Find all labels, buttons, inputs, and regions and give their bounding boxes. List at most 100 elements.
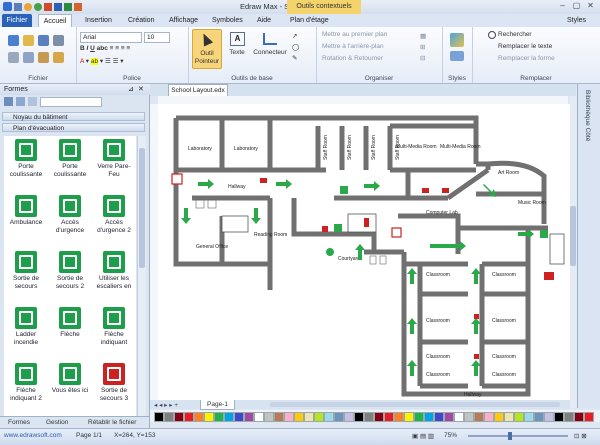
tab-affichage[interactable]: Affichage — [164, 14, 203, 27]
new-icon[interactable] — [8, 35, 19, 46]
font-color-buttons[interactable]: A ▾ ab ▾ ☰ ☰ ▾ — [80, 57, 124, 65]
tab-insertion[interactable]: Insertion — [80, 14, 117, 27]
font-size-select[interactable]: 10 — [144, 32, 170, 43]
palette-swatch[interactable] — [514, 412, 524, 422]
palette-swatch[interactable] — [574, 412, 584, 422]
bring-to-front-button[interactable]: Mettre au premier plan — [322, 31, 387, 38]
rotate-flip-button[interactable]: Rotation & Retourner — [322, 55, 383, 62]
connector-tool-button[interactable]: Connecteur — [252, 29, 288, 67]
palette-swatch[interactable] — [484, 412, 494, 422]
styles-menu[interactable]: Styles — [562, 14, 591, 27]
minimize-button[interactable]: – — [556, 1, 569, 11]
shape-item[interactable]: Accès d'urgence — [48, 192, 92, 248]
palette-swatch[interactable] — [294, 412, 304, 422]
shape-item[interactable]: Porte coulissante — [48, 136, 92, 192]
palette-swatch[interactable] — [244, 412, 254, 422]
palette-swatch[interactable] — [584, 412, 594, 422]
palette-swatch[interactable] — [264, 412, 274, 422]
paste-icon[interactable] — [38, 52, 49, 63]
tab-retablir-fichier[interactable]: Rétablir le fichier — [88, 419, 136, 426]
page-tab-1[interactable]: Page-1 — [200, 400, 235, 410]
palette-swatch[interactable] — [404, 412, 414, 422]
close-button[interactable]: ✕ — [584, 1, 597, 11]
replace-shape-button[interactable]: Remplacer la forme — [498, 55, 555, 62]
palette-swatch[interactable] — [344, 412, 354, 422]
palette-swatch[interactable] — [334, 412, 344, 422]
palette-swatch[interactable] — [544, 412, 554, 422]
palette-swatch[interactable] — [554, 412, 564, 422]
shapes-search-field[interactable] — [40, 97, 102, 107]
shape-item[interactable]: Utiliser les escaliers en — [92, 248, 136, 304]
palette-swatch[interactable] — [174, 412, 184, 422]
palette-swatch[interactable] — [524, 412, 534, 422]
tab-aide[interactable]: Aide — [252, 14, 276, 27]
styles-icon[interactable] — [450, 33, 464, 47]
palette-swatch[interactable] — [504, 412, 514, 422]
palette-swatch[interactable] — [154, 412, 164, 422]
open-icon[interactable] — [23, 35, 34, 46]
horizontal-scrollbar[interactable] — [270, 402, 560, 407]
shape-item[interactable]: Sortie de secours 2 — [48, 248, 92, 304]
palette-swatch[interactable] — [474, 412, 484, 422]
drawing-canvas[interactable]: Laboratory Laboratory Staff Room Staff R… — [158, 104, 570, 400]
pointer-tool-button[interactable]: Outil Pointeur — [192, 29, 222, 69]
zoom-slider-thumb[interactable] — [508, 432, 512, 440]
library-noyau-batiment[interactable]: Noyau du bâtiment — [2, 112, 145, 121]
palette-swatch[interactable] — [434, 412, 444, 422]
export-excel-icon[interactable] — [64, 3, 72, 11]
palette-swatch[interactable] — [534, 412, 544, 422]
shape-item[interactable]: Flèche indiquant — [92, 304, 136, 360]
shape-item[interactable]: Accès d'urgence 2 — [92, 192, 136, 248]
tab-accueil[interactable]: Accueil — [38, 14, 72, 28]
palette-swatch[interactable] — [314, 412, 324, 422]
canvas-vertical-scrollbar[interactable] — [570, 96, 576, 408]
shape-item[interactable]: Flèche — [48, 304, 92, 360]
shape-item[interactable]: Sortie de secours 3 — [92, 360, 136, 416]
palette-swatch[interactable] — [424, 412, 434, 422]
palette-swatch[interactable] — [324, 412, 334, 422]
shape-item[interactable]: Flèche indiquant 2 — [4, 360, 48, 416]
export-pdf-icon[interactable] — [44, 3, 52, 11]
tab-symboles[interactable]: Symboles — [207, 14, 248, 27]
palette-swatch[interactable] — [214, 412, 224, 422]
undo-icon[interactable] — [24, 3, 32, 11]
cut-icon[interactable] — [8, 52, 19, 63]
redo-icon[interactable] — [34, 3, 42, 11]
palette-swatch[interactable] — [204, 412, 214, 422]
export-ppt-icon[interactable] — [74, 3, 82, 11]
fit-page-icon[interactable]: ⊡ ⊠ — [574, 432, 587, 440]
palette-swatch[interactable] — [354, 412, 364, 422]
palette-swatch[interactable] — [364, 412, 374, 422]
palette-swatch[interactable] — [444, 412, 454, 422]
palette-swatch[interactable] — [184, 412, 194, 422]
shape-item[interactable]: Vous êtes ici — [48, 360, 92, 416]
maximize-button[interactable]: ▢ — [570, 1, 583, 11]
palette-swatch[interactable] — [464, 412, 474, 422]
font-name-select[interactable]: Arial — [80, 32, 142, 43]
palette-swatch[interactable] — [384, 412, 394, 422]
palette-swatch[interactable] — [194, 412, 204, 422]
save-icon[interactable] — [14, 3, 22, 11]
palette-swatch[interactable] — [494, 412, 504, 422]
color-palette[interactable] — [150, 410, 600, 422]
search-shapes-icon[interactable] — [28, 97, 37, 106]
library-side-label[interactable]: Bibliothèque Côté — [584, 90, 591, 141]
tab-creation[interactable]: Création — [123, 14, 159, 27]
palette-swatch[interactable] — [564, 412, 574, 422]
palette-swatch[interactable] — [274, 412, 284, 422]
print-icon[interactable] — [53, 35, 64, 46]
panel-pin-icon[interactable]: ⊿ — [128, 85, 134, 93]
shape-item[interactable]: Sortie de secours — [4, 248, 48, 304]
app-icon[interactable] — [3, 2, 12, 11]
palette-swatch[interactable] — [414, 412, 424, 422]
website-link[interactable]: www.edrawsoft.com — [4, 432, 62, 439]
shape-item[interactable]: Porte coulissante — [4, 136, 48, 192]
tab-fichier[interactable]: Fichier — [2, 14, 32, 27]
format-painter-icon[interactable] — [53, 52, 64, 63]
library-plan-evacuation[interactable]: Plan d'évacuation — [2, 123, 145, 132]
palette-swatch[interactable] — [234, 412, 244, 422]
tab-formes[interactable]: Formes — [8, 419, 30, 426]
canvas-vscroll-thumb[interactable] — [570, 206, 576, 266]
tab-plan-etage[interactable]: Plan d'étage — [285, 14, 334, 27]
palette-swatch[interactable] — [454, 412, 464, 422]
